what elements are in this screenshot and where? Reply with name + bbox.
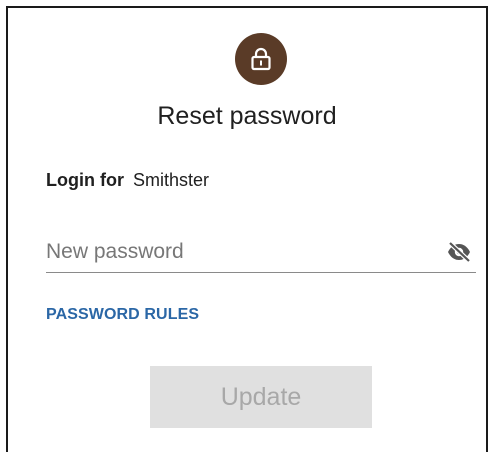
login-info: Login for Smithster bbox=[46, 170, 209, 191]
dialog-title: Reset password bbox=[157, 102, 337, 130]
login-label: Login for bbox=[46, 170, 124, 190]
reset-password-dialog: Reset password Login for Smithster PASSW… bbox=[6, 6, 488, 452]
lock-icon bbox=[250, 47, 272, 71]
new-password-field bbox=[46, 234, 476, 273]
new-password-input[interactable] bbox=[46, 236, 426, 268]
password-rules-link[interactable]: PASSWORD RULES bbox=[46, 306, 199, 324]
eye-off-icon[interactable] bbox=[444, 239, 474, 265]
login-username: Smithster bbox=[133, 170, 210, 190]
lock-badge bbox=[235, 33, 287, 85]
update-button[interactable]: Update bbox=[150, 366, 372, 428]
